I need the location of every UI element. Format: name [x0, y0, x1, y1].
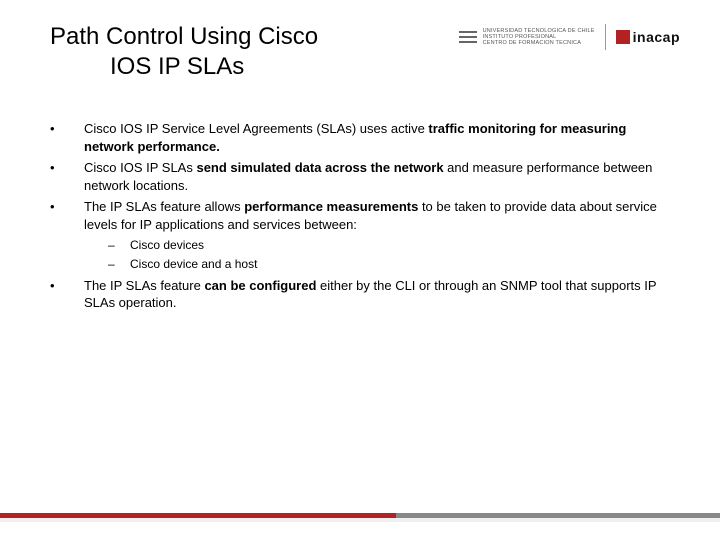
- list-item: • Cisco IOS IP Service Level Agreements …: [50, 120, 670, 155]
- bullet-text: The IP SLAs feature can be configured ei…: [84, 277, 670, 312]
- list-item: • The IP SLAs feature can be configured …: [50, 277, 670, 312]
- bullet-list-2: • The IP SLAs feature can be configured …: [50, 277, 670, 312]
- sub-bullet-text: Cisco devices: [130, 237, 204, 254]
- bullet-icon: •: [50, 120, 84, 155]
- sub-list-item: – Cisco device and a host: [50, 256, 670, 273]
- footer-bar: [0, 513, 720, 518]
- slide-title: Path Control Using Cisco IOS IP SLAs: [50, 22, 318, 82]
- inacap-text: inacap: [633, 29, 680, 45]
- footer-shadow: [0, 518, 720, 522]
- bullet-icon: •: [50, 277, 84, 312]
- bullet-icon: •: [50, 198, 84, 233]
- bullet-text: Cisco IOS IP SLAs send simulated data ac…: [84, 159, 670, 194]
- utc-logo: UNIVERSIDAD TECNOLOGICA DE CHILE INSTITU…: [459, 28, 595, 46]
- sub-bullet-list: – Cisco devices – Cisco device and a hos…: [50, 237, 670, 273]
- slide-content: • Cisco IOS IP Service Level Agreements …: [50, 120, 670, 316]
- sub-list-item: – Cisco devices: [50, 237, 670, 254]
- utc-logo-icon: [459, 31, 477, 43]
- utc-line-3: CENTRO DE FORMACION TECNICA: [483, 40, 595, 46]
- logo-separator: [605, 24, 606, 50]
- utc-logo-text: UNIVERSIDAD TECNOLOGICA DE CHILE INSTITU…: [483, 28, 595, 46]
- list-item: • The IP SLAs feature allows performance…: [50, 198, 670, 233]
- bullet-text: The IP SLAs feature allows performance m…: [84, 198, 670, 233]
- sub-bullet-icon: –: [108, 256, 130, 273]
- bullet-icon: •: [50, 159, 84, 194]
- inacap-square-icon: [616, 30, 630, 44]
- title-block: Path Control Using Cisco IOS IP SLAs: [50, 22, 318, 82]
- bullet-text: Cisco IOS IP Service Level Agreements (S…: [84, 120, 670, 155]
- inacap-logo: inacap: [616, 29, 680, 45]
- title-line-2: IOS IP SLAs: [50, 53, 244, 80]
- list-item: • Cisco IOS IP SLAs send simulated data …: [50, 159, 670, 194]
- title-line-1: Path Control Using Cisco: [50, 23, 318, 50]
- slide-header: Path Control Using Cisco IOS IP SLAs UNI…: [50, 22, 680, 82]
- sub-bullet-text: Cisco device and a host: [130, 256, 257, 273]
- bullet-list: • Cisco IOS IP Service Level Agreements …: [50, 120, 670, 233]
- logo-block: UNIVERSIDAD TECNOLOGICA DE CHILE INSTITU…: [459, 24, 680, 50]
- sub-bullet-icon: –: [108, 237, 130, 254]
